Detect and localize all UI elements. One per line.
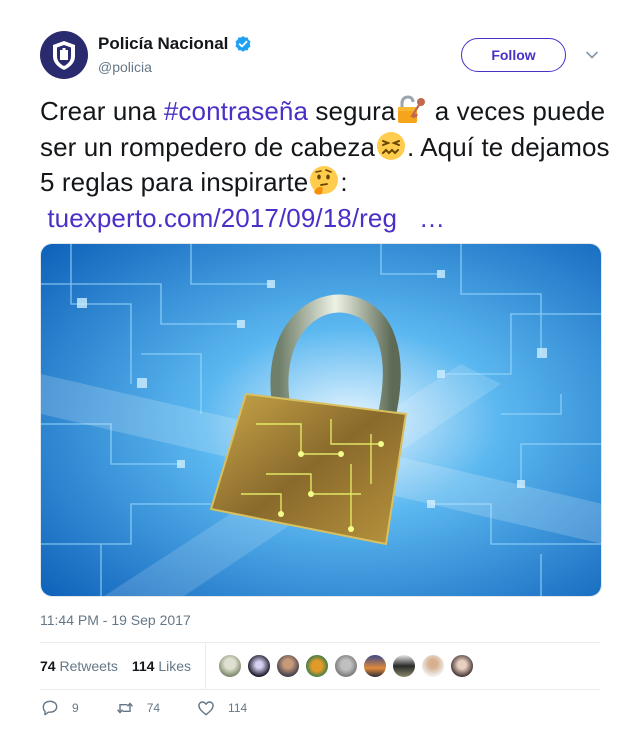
unlocked-padlock-key-icon: [398, 95, 426, 123]
retweets-stat-label: Retweets: [59, 658, 118, 674]
tweet-text-segment: segura: [308, 96, 396, 126]
avatar[interactable]: [450, 654, 474, 678]
tweet-actions: 9 74 114: [40, 698, 283, 718]
author-display-name[interactable]: Policía Nacional: [98, 34, 228, 54]
chevron-down-icon[interactable]: [584, 47, 600, 63]
retweet-icon: [116, 702, 133, 714]
thinking-face-icon: [310, 166, 339, 195]
liker-avatars: [218, 654, 474, 678]
reply-button[interactable]: 9: [40, 698, 79, 718]
article-link-ellipsis: …: [419, 202, 446, 233]
likes-stat[interactable]: 114 Likes: [132, 658, 191, 674]
retweets-stat-count: 74: [40, 658, 56, 674]
likes-stat-label: Likes: [158, 658, 191, 674]
reply-count: 9: [72, 701, 79, 715]
padlock-circuit-image: [41, 244, 601, 596]
divider: [40, 689, 600, 690]
author-handle[interactable]: @policia: [98, 59, 152, 75]
avatar[interactable]: [421, 654, 445, 678]
tweet-media-image[interactable]: [40, 243, 602, 597]
author-avatar[interactable]: [40, 31, 88, 79]
retweet-button[interactable]: 74: [115, 698, 160, 718]
avatar[interactable]: [392, 654, 416, 678]
avatar[interactable]: [334, 654, 358, 678]
tweet-text-segment: :: [340, 167, 348, 197]
like-count: 114: [228, 701, 248, 715]
avatar[interactable]: [363, 654, 387, 678]
avatar[interactable]: [276, 654, 300, 678]
retweets-stat[interactable]: 74 Retweets: [40, 658, 118, 674]
avatar[interactable]: [305, 654, 329, 678]
article-link[interactable]: tuexperto.com/2017/09/18/reg …: [40, 203, 445, 233]
verified-badge-icon: [235, 36, 251, 52]
stats-divider: [205, 643, 206, 689]
hashtag-link[interactable]: #contraseña: [164, 96, 308, 126]
article-link-text: tuexperto.com/2017/09/18/reg: [47, 202, 398, 233]
avatar[interactable]: [218, 654, 242, 678]
heart-icon: [198, 701, 214, 716]
likes-stat-count: 114: [131, 658, 155, 674]
tweet-stats: 74 Retweets 114 Likes: [40, 643, 600, 689]
author-name-row: Policía Nacional: [98, 34, 252, 54]
tweet-timestamp[interactable]: 11:44 PM - 19 Sep 2017: [40, 612, 191, 628]
reply-icon: [42, 700, 58, 716]
retweet-count: 74: [146, 701, 161, 715]
like-button[interactable]: 114: [196, 698, 247, 718]
police-crest-icon: [45, 36, 83, 74]
tweet-text: Crear una #contraseña segura a veces pue…: [40, 94, 610, 236]
confounded-face-icon: [377, 131, 406, 160]
avatar[interactable]: [247, 654, 271, 678]
follow-button[interactable]: Follow: [461, 38, 566, 72]
tweet-text-segment: Crear una: [40, 96, 164, 126]
